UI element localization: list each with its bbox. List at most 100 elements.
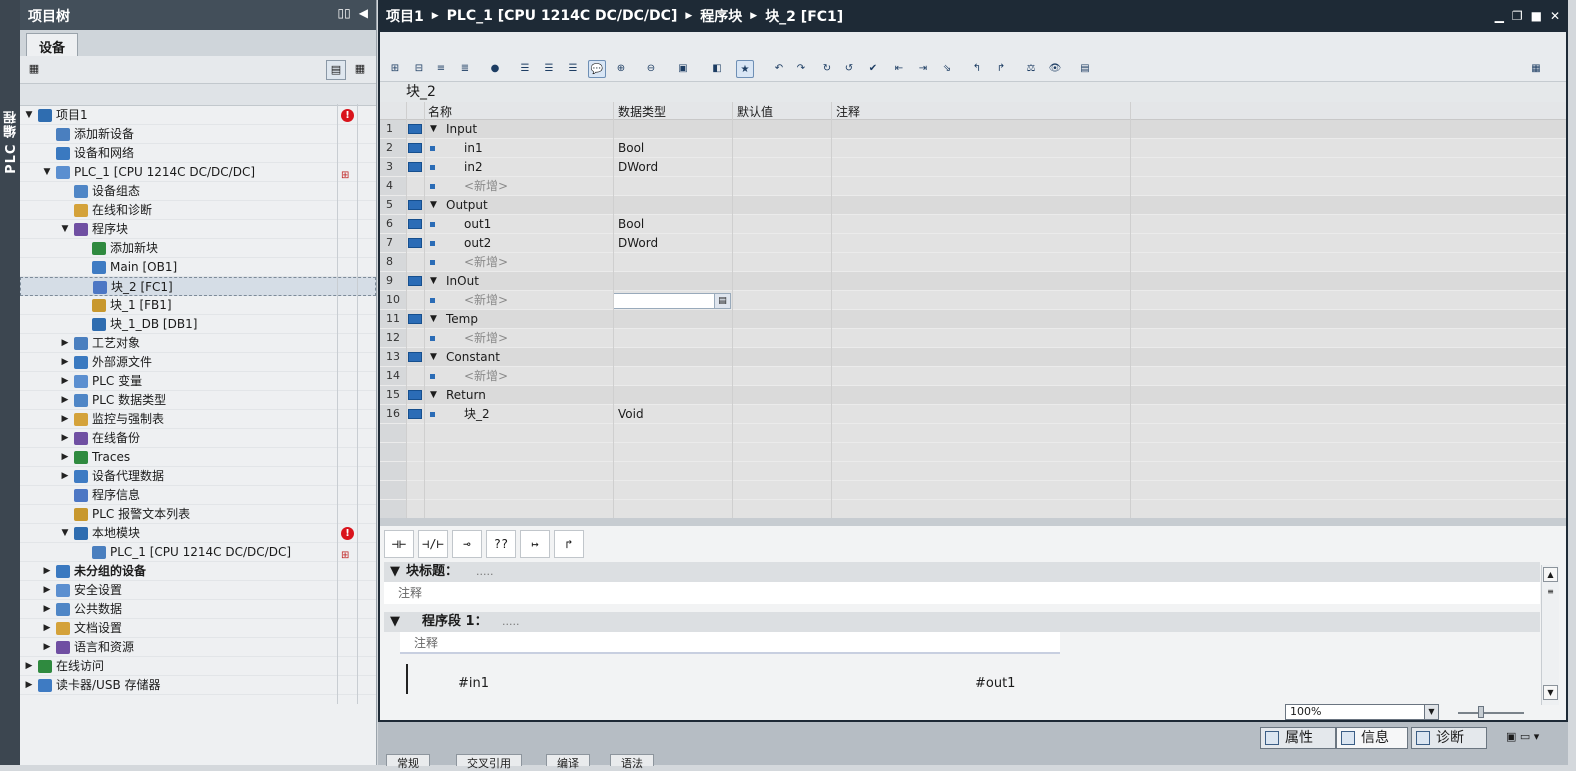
add-new-cell[interactable]: <新增> xyxy=(464,177,508,195)
network-scrollbar[interactable]: ▲ ≡ ▼ xyxy=(1541,565,1559,705)
scroll-grip-icon[interactable]: ≡ xyxy=(1543,585,1558,600)
expand-icon[interactable]: ▶ xyxy=(42,581,52,600)
subtab-compile[interactable]: 编译 xyxy=(546,754,590,770)
dropdown-arrow-icon[interactable]: ▼ xyxy=(1424,705,1438,719)
breadcrumb-plc[interactable]: PLC_1 [CPU 1214C DC/DC/DC] xyxy=(447,8,678,24)
open-branch-button[interactable]: ↦ xyxy=(520,530,550,558)
tree-item[interactable]: ▶ 外部源文件 xyxy=(20,353,376,372)
step-in-icon[interactable]: ⇘ xyxy=(938,60,956,78)
collapse-section-icon[interactable]: ▼ xyxy=(430,196,437,214)
tree-item[interactable]: ▶ 安全设置 xyxy=(20,581,376,600)
interface-section-row[interactable]: 9 ▼ InOut xyxy=(380,272,1566,291)
interface-row[interactable]: 4 <新增> xyxy=(380,177,1566,196)
interface-section-row[interactable]: 11 ▼ Temp xyxy=(380,310,1566,329)
collapse-icon[interactable]: ▼ xyxy=(24,106,34,125)
interface-section-row[interactable]: 1 ▼ Input xyxy=(380,120,1566,139)
tree-item[interactable]: 在线和诊断 xyxy=(20,201,376,220)
interface-row[interactable]: 3 in2 DWord xyxy=(380,158,1566,177)
tree-item[interactable]: ▶ 文档设置 xyxy=(20,619,376,638)
collapse-section-icon[interactable]: ▼ xyxy=(430,386,437,404)
overview-icon[interactable]: ▤ xyxy=(326,60,346,80)
expand-icon[interactable]: ▶ xyxy=(42,638,52,657)
interface-row[interactable]: 6 out1 Bool xyxy=(380,215,1566,234)
network-1-dots[interactable]: ..... xyxy=(502,612,519,632)
tree-item[interactable]: ▼ 项目1! xyxy=(20,106,376,125)
expand-icon[interactable]: ▶ xyxy=(60,467,70,486)
subtab-syntax[interactable]: 语法 xyxy=(610,754,654,770)
tab-diagnostics[interactable]: 诊断 xyxy=(1411,727,1487,749)
collapse-all-icon[interactable]: ⊖ xyxy=(642,60,660,78)
col-comment[interactable]: 注释 xyxy=(836,103,860,120)
expand-icon[interactable]: ▶ xyxy=(42,562,52,581)
tree-item[interactable]: ▶ PLC 变量 xyxy=(20,372,376,391)
tree-settings-icon[interactable]: ▦ xyxy=(350,60,370,80)
expand-icon[interactable]: ▶ xyxy=(42,619,52,638)
zoom-slider-thumb[interactable] xyxy=(1478,706,1484,718)
set-brake-icon[interactable]: ● xyxy=(486,60,504,78)
tree-item[interactable]: 设备和网络 xyxy=(20,144,376,163)
zoom-slider[interactable] xyxy=(1458,712,1524,714)
param-name[interactable]: in1 xyxy=(464,139,483,157)
collapse-section-icon[interactable]: ▼ xyxy=(430,310,437,328)
memory-icon[interactable]: ▤ xyxy=(1076,60,1094,78)
normally-open-contact-button[interactable]: ⊣⊢ xyxy=(384,530,414,558)
expand-icon[interactable]: ▶ xyxy=(24,676,34,695)
expand-icon[interactable]: ▶ xyxy=(60,429,70,448)
delete-row-icon[interactable]: ⊟ xyxy=(410,60,428,78)
tree-item[interactable]: ▶ 监控与强制表 xyxy=(20,410,376,429)
plc-programming-side-tab[interactable]: PLC 编程 xyxy=(0,0,20,765)
align-center-icon[interactable]: ☰ xyxy=(540,60,558,78)
param-name[interactable]: 块_2 xyxy=(464,405,490,423)
interface-row[interactable]: 14 <新增> xyxy=(380,367,1566,386)
tree-item[interactable]: ▼ 本地模块! xyxy=(20,524,376,543)
collapse-icon[interactable]: ▼ xyxy=(60,524,70,543)
block-title-header[interactable]: ▼ 块标题： ..... xyxy=(384,562,1540,582)
tree-item[interactable]: 添加新块 xyxy=(20,239,376,258)
collapse-section-icon[interactable]: ▼ xyxy=(430,272,437,290)
monitor-icon[interactable]: ↻ xyxy=(818,60,836,78)
col-name[interactable]: 名称 xyxy=(428,103,452,120)
block-comment[interactable]: 注释 xyxy=(384,582,1540,604)
breadcrumb-block[interactable]: 块_2 [FC1] xyxy=(765,6,843,26)
jump-prev-icon[interactable]: ↰ xyxy=(968,60,986,78)
param-name[interactable]: in2 xyxy=(464,158,483,176)
interface-row[interactable]: 8 <新增> xyxy=(380,253,1566,272)
expand-icon[interactable]: ▶ xyxy=(60,372,70,391)
collapse-left-icon[interactable]: ◀ xyxy=(359,6,368,24)
network-comment[interactable]: 注释 xyxy=(400,632,1060,654)
maximize-icon[interactable]: ■ xyxy=(1531,9,1542,23)
comment-icon[interactable]: 💬 xyxy=(588,60,606,78)
tree-item[interactable]: ▶ 读卡器/USB 存储器 xyxy=(20,676,376,695)
interface-row[interactable]: 12 <新增> xyxy=(380,329,1566,348)
pin-icon[interactable]: ▯▯ xyxy=(338,6,351,24)
param-datatype[interactable]: DWord xyxy=(618,158,658,176)
param-datatype[interactable]: Bool xyxy=(618,139,644,157)
force-icon[interactable]: ✔ xyxy=(864,60,882,78)
param-name[interactable]: Input xyxy=(446,120,477,138)
watch-icon[interactable]: 👁 xyxy=(1046,60,1064,78)
tree-item[interactable]: 块_2 [FC1] xyxy=(20,277,376,296)
add-new-cell[interactable]: <新增> xyxy=(464,253,508,271)
interface-section-row[interactable]: 5 ▼ Output xyxy=(380,196,1566,215)
normally-closed-contact-button[interactable]: ⊣/⊢ xyxy=(418,530,448,558)
tree-item[interactable]: ▶ 在线访问 xyxy=(20,657,376,676)
tree-item[interactable]: ▶ 语言和资源 xyxy=(20,638,376,657)
collapse-block-icon[interactable]: ▼ xyxy=(390,562,400,582)
datatype-picker-icon[interactable]: ▤ xyxy=(714,294,730,308)
tree-item[interactable]: ▶ 未分组的设备 xyxy=(20,562,376,581)
close-icon[interactable]: ✕ xyxy=(1550,9,1560,23)
insert-network-icon[interactable]: ≡ xyxy=(432,60,450,78)
tree-item[interactable]: ▶ PLC 数据类型 xyxy=(20,391,376,410)
datatype-input[interactable]: ▤ xyxy=(613,293,731,309)
tree-item[interactable]: ▶ 公共数据 xyxy=(20,600,376,619)
tree-item[interactable]: 添加新设备 xyxy=(20,125,376,144)
split-divider[interactable] xyxy=(380,518,1566,526)
tree-item[interactable]: ▶ 工艺对象 xyxy=(20,334,376,353)
param-datatype[interactable]: DWord xyxy=(618,234,658,252)
compare-icon[interactable]: ⚖ xyxy=(1022,60,1040,78)
collapse-icon[interactable]: ▼ xyxy=(60,220,70,239)
param-name[interactable]: Return xyxy=(446,386,486,404)
jump-next-icon[interactable]: ↱ xyxy=(992,60,1010,78)
collapse-section-icon[interactable]: ▼ xyxy=(430,120,437,138)
device-view-icon[interactable]: ▦ xyxy=(24,60,44,80)
